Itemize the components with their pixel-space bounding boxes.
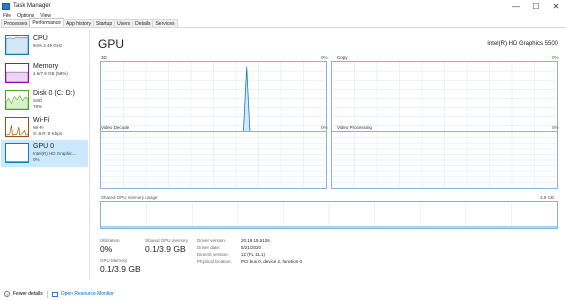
task-manager-icon xyxy=(2,2,10,10)
sidebar-item-sub: 4.6/7.9 GB (58%) xyxy=(33,71,68,76)
shared-memory-label: Shared GPU memory xyxy=(145,238,189,243)
sidebar-item-sub: 94% 2.49 GHz xyxy=(33,43,63,48)
page-title: GPU xyxy=(98,37,125,51)
disk-thumbnail-graph xyxy=(5,90,29,110)
open-resource-monitor-link[interactable]: Open Resource Monitor xyxy=(51,291,114,297)
wifi-thumbnail-graph xyxy=(5,117,29,137)
gpu-memory-value: 0.1/3.9 GB xyxy=(100,264,141,274)
graph-percent-copy: 0% xyxy=(552,55,559,60)
fewer-details-button[interactable]: ˄ Fewer details xyxy=(4,291,43,297)
driver-version-label: Driver version: xyxy=(197,238,227,243)
tab-processes[interactable]: Processes xyxy=(1,19,31,27)
sidebar-item-gpu[interactable]: GPU 0 Intel(R) HD Graphic... 0% xyxy=(1,140,88,167)
maximize-button[interactable]: ☐ xyxy=(526,0,546,12)
graph-label-shared-memory: Shared GPU memory usage xyxy=(101,195,158,200)
menu-bar: File Options View xyxy=(0,12,566,19)
graph-label-video-decode[interactable]: Video Decode xyxy=(101,125,129,130)
sidebar-item-sub: Intel(R) HD Graphic... xyxy=(33,151,77,156)
physical-location-label: Physical location: xyxy=(197,259,232,264)
shared-memory-value: 0.1/3.9 GB xyxy=(145,244,186,254)
sidebar-item-sub2: S: 8 R: 8 Kbps xyxy=(33,130,63,136)
window-controls: — ☐ ✕ xyxy=(506,0,566,12)
graph-shared-memory xyxy=(100,201,558,229)
menu-file[interactable]: File xyxy=(0,13,14,19)
gpu-thumbnail-graph xyxy=(5,143,29,163)
driver-date-value: 5/21/2020 xyxy=(241,245,262,250)
directx-version-value: 12 (FL 11.1) xyxy=(241,252,266,257)
tab-details[interactable]: Details xyxy=(132,19,154,27)
open-resource-monitor-label: Open Resource Monitor xyxy=(60,291,114,297)
close-button[interactable]: ✕ xyxy=(546,0,566,12)
physical-location-value: PCI bus 0, device 2, function 0 xyxy=(241,259,303,264)
sidebar-item-disk[interactable]: Disk 0 (C: D:) SSD 78% xyxy=(1,87,88,114)
footer-bar: ˄ Fewer details Open Resource Monitor xyxy=(0,288,566,300)
tab-performance[interactable]: Performance xyxy=(29,18,64,27)
fewer-details-label: Fewer details xyxy=(13,291,43,297)
graph-percent-3d: 0% xyxy=(321,55,328,60)
memory-thumbnail-graph xyxy=(5,63,29,83)
graph-label-video-processing[interactable]: Video Processing xyxy=(337,125,372,130)
driver-version-value: 20.19.15.5126 xyxy=(241,238,270,243)
footer-divider xyxy=(46,290,48,298)
sidebar-item-sub2: 0% xyxy=(33,156,40,162)
graph-percent-video-processing: 0% xyxy=(552,125,559,130)
sidebar-item-title: Wi-Fi xyxy=(33,117,50,124)
tab-services[interactable]: Services xyxy=(152,19,178,27)
minimize-button[interactable]: — xyxy=(506,0,526,12)
tab-startup[interactable]: Startup xyxy=(92,19,116,27)
sidebar-item-sub2: 78% xyxy=(33,103,43,109)
graph-max-shared-memory: 3.9 GB xyxy=(540,195,555,200)
tab-users[interactable]: Users xyxy=(114,19,134,27)
graph-label-copy[interactable]: Copy xyxy=(337,55,348,60)
sidebar-item-memory[interactable]: Memory 4.6/7.9 GB (58%) xyxy=(1,60,88,87)
resource-monitor-icon xyxy=(51,291,58,297)
sidebar-item-wifi[interactable]: Wi-Fi Wi-Fi S: 8 R: 8 Kbps xyxy=(1,114,88,141)
window-title: Task Manager xyxy=(13,3,51,9)
gpu-memory-label: GPU Memory xyxy=(100,258,128,263)
driver-date-label: Driver date: xyxy=(197,245,221,250)
sidebar-item-title: CPU xyxy=(33,35,48,42)
graph-percent-video-decode: 0% xyxy=(321,125,328,130)
graph-label-3d[interactable]: 3D xyxy=(101,55,107,60)
graph-video-decode xyxy=(100,131,327,189)
gpu-model-name: Intel(R) HD Graphics 5500 xyxy=(487,41,558,47)
sidebar-item-title: GPU 0 xyxy=(33,143,55,150)
sidebar-item-title: Memory xyxy=(33,63,59,70)
tab-app-history[interactable]: App history xyxy=(62,19,94,27)
chevron-up-icon: ˄ xyxy=(4,291,10,297)
utilization-value: 0% xyxy=(100,244,113,254)
sidebar-item-cpu[interactable]: CPU 94% 2.49 GHz xyxy=(1,32,88,59)
tab-strip: Processes Performance App history Startu… xyxy=(0,18,566,28)
utilization-label: Utilization xyxy=(100,238,120,243)
graph-video-processing xyxy=(331,131,558,189)
cpu-thumbnail-graph xyxy=(5,35,29,55)
gpu-performance-panel: GPU Intel(R) HD Graphics 5500 3D 0% Copy… xyxy=(97,33,562,281)
title-bar: Task Manager — ☐ ✕ xyxy=(0,0,566,12)
sidebar-item-title: Disk 0 (C: D:) xyxy=(33,90,75,97)
resource-sidebar: CPU 94% 2.49 GHz Memory 4.6/7.9 GB (58%)… xyxy=(0,30,90,280)
directx-version-label: DirectX version: xyxy=(197,252,229,257)
